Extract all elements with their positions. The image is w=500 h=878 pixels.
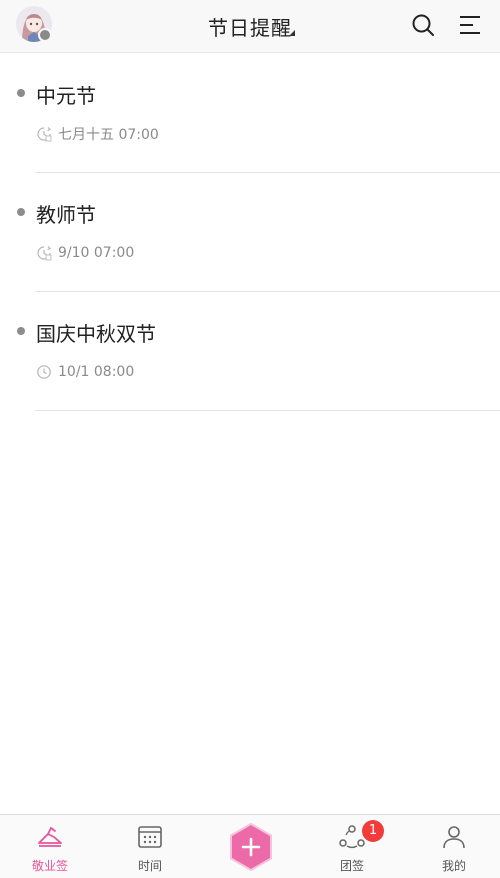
calendar-icon	[138, 826, 162, 848]
tab-label: 时间	[137, 859, 162, 873]
reminder-meta: 七月十五 07:00	[36, 124, 159, 144]
tab-label: 我的	[441, 859, 466, 873]
bottom-tab-bar: 敬业签 时间 团签 1 我的	[0, 814, 500, 878]
tab-label: 敬业签	[31, 859, 68, 873]
list-item[interactable]: 教师节 9/10 07:00	[0, 173, 500, 292]
divider	[35, 410, 500, 411]
lunar-repeat-icon	[37, 246, 52, 261]
top-bar: 节日提醒	[0, 0, 500, 53]
reminder-title: 国庆中秋双节	[36, 322, 156, 346]
reminder-time: 9/10 07:00	[58, 245, 135, 261]
tab-team[interactable]: 团签	[302, 815, 402, 878]
menu-icon	[460, 16, 480, 34]
clock-icon	[37, 365, 51, 379]
reminder-time: 七月十五 07:00	[58, 127, 159, 143]
title-dropdown-icon[interactable]	[289, 30, 295, 36]
menu-button[interactable]	[457, 12, 483, 38]
bullet-dot	[17, 208, 25, 216]
bullet-dot	[17, 327, 25, 335]
reminder-time: 10/1 08:00	[58, 364, 135, 380]
list-item[interactable]: 中元节 七月十五 07:00	[0, 54, 500, 173]
search-button[interactable]	[410, 12, 436, 38]
bullet-dot	[17, 89, 25, 97]
tab-notes[interactable]: 敬业签	[0, 815, 100, 878]
add-icon	[230, 822, 272, 872]
notification-badge: 1	[362, 820, 384, 842]
reminder-title: 中元节	[36, 84, 96, 108]
reminder-list: 中元节 七月十五 07:00 教师节 9/10 07:00 国庆中秋双节 10/…	[0, 54, 500, 411]
tab-label: 团签	[339, 859, 364, 873]
reminder-meta: 10/1 08:00	[36, 362, 134, 382]
list-item[interactable]: 国庆中秋双节 10/1 08:00	[0, 292, 500, 411]
user-icon	[443, 826, 465, 849]
tab-profile[interactable]: 我的	[404, 815, 500, 878]
reminder-title: 教师节	[36, 203, 96, 227]
lunar-repeat-icon	[37, 127, 52, 142]
reminder-meta: 9/10 07:00	[36, 243, 134, 263]
tab-time[interactable]: 时间	[100, 815, 200, 878]
search-icon	[412, 14, 434, 36]
app-root: 节日提醒 中元节 七月十五 07:00 教师节 9/10 07:00 国庆中秋双…	[0, 0, 500, 878]
add-button[interactable]	[229, 822, 273, 872]
note-icon	[38, 826, 62, 847]
